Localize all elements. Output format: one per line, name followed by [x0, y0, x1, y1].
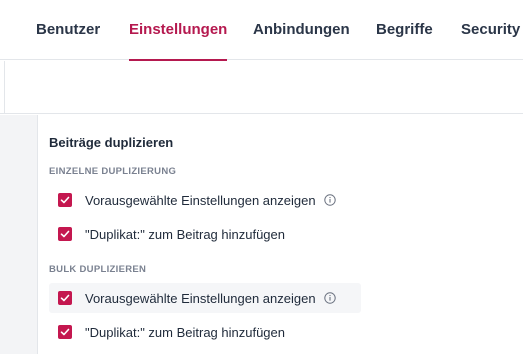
tab-benutzer[interactable]: Benutzer: [36, 0, 100, 60]
option-single-show-preselected[interactable]: Vorausgewählte Einstellungen anzeigen: [49, 185, 361, 215]
option-label: "Duplikat:" zum Beitrag hinzufügen: [85, 324, 286, 340]
checkmark-icon: [60, 294, 70, 302]
checkmark-icon: [60, 196, 70, 204]
option-label: Vorausgewählte Einstellungen anzeigen: [85, 192, 316, 208]
settings-tab-bar: Benutzer Einstellungen Anbindungen Begri…: [0, 0, 523, 61]
option-single-add-duplicate-prefix[interactable]: "Duplikat:" zum Beitrag hinzufügen: [49, 219, 361, 249]
section-label-single: EINZELNE DUPLIZIERUNG: [49, 166, 177, 177]
checkbox-bulk-add-duplicate-prefix[interactable]: [58, 325, 72, 339]
section-label-bulk: BULK DUPLIZIEREN: [49, 264, 147, 275]
checkmark-icon: [60, 230, 70, 238]
checkmark-icon: [60, 328, 70, 336]
checkbox-bulk-show-preselected[interactable]: [58, 291, 72, 305]
info-icon[interactable]: [323, 292, 336, 304]
option-bulk-add-duplicate-prefix[interactable]: "Duplikat:" zum Beitrag hinzufügen: [49, 317, 361, 347]
tab-einstellungen[interactable]: Einstellungen: [129, 0, 228, 61]
option-bulk-show-preselected[interactable]: Vorausgewählte Einstellungen anzeigen: [49, 283, 361, 313]
checkbox-single-show-preselected[interactable]: [58, 193, 72, 207]
tab-security[interactable]: Security: [461, 0, 520, 60]
option-label: Vorausgewählte Einstellungen anzeigen: [85, 290, 316, 306]
left-gutter: [0, 115, 38, 354]
divider: [0, 61, 5, 114]
panel-title: Beiträge duplizieren: [49, 135, 174, 150]
option-label: "Duplikat:" zum Beitrag hinzufügen: [85, 226, 286, 242]
tab-begriffe[interactable]: Begriffe: [376, 0, 433, 60]
tab-anbindungen[interactable]: Anbindungen: [253, 0, 350, 60]
info-icon[interactable]: [323, 194, 336, 206]
toolbar-area: [0, 61, 523, 114]
checkbox-single-add-duplicate-prefix[interactable]: [58, 227, 72, 241]
